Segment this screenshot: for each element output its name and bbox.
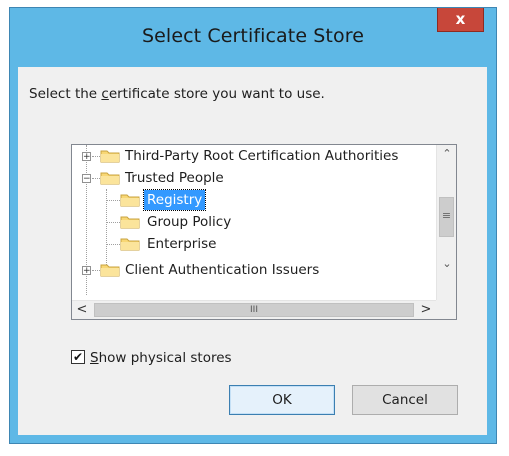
expand-icon[interactable]: + xyxy=(82,266,91,276)
cancel-button[interactable]: Cancel xyxy=(352,385,458,415)
tree-item-label: Trusted People xyxy=(125,170,224,186)
title-bar[interactable]: Select Certificate Store x xyxy=(10,8,496,67)
grip-icon: III xyxy=(250,305,258,315)
ok-button[interactable]: OK xyxy=(229,385,335,415)
tree-item-client-auth-issuers[interactable]: + Client Authentication Issuers xyxy=(72,259,436,277)
chevron-right-icon: > xyxy=(420,302,432,317)
instruction-text-start: Select the xyxy=(29,86,102,102)
folder-icon xyxy=(120,216,140,229)
tree-item-label: Client Authentication Issuers xyxy=(125,262,320,277)
mnemonic-s: S xyxy=(90,350,99,366)
tree-line xyxy=(92,178,100,179)
tree-item-group-policy[interactable]: Group Policy xyxy=(72,211,436,233)
horizontal-scrollbar[interactable]: < III > xyxy=(72,300,436,319)
tree-line xyxy=(92,270,100,271)
certificate-store-tree[interactable]: + Third-Party Root Certification Authori… xyxy=(71,144,457,320)
folder-icon xyxy=(120,238,140,251)
tree-item-label: Group Policy xyxy=(147,214,232,230)
instruction-text: Select the certificate store you want to… xyxy=(29,86,325,102)
checkbox-label-rest: how physical stores xyxy=(98,350,232,366)
vertical-scrollbar[interactable]: ⌃ ≡ ⌄ xyxy=(436,145,456,302)
tree-item-label: Enterprise xyxy=(147,236,217,252)
tree-line xyxy=(106,244,120,245)
tree-item-registry[interactable]: Registry xyxy=(72,189,436,211)
scroll-down-button[interactable]: ⌄ xyxy=(439,255,455,273)
tree-line xyxy=(106,222,120,223)
scroll-up-button[interactable]: ⌃ xyxy=(439,145,455,163)
tree-item-third-party-root[interactable]: + Third-Party Root Certification Authori… xyxy=(72,145,436,167)
scroll-left-button[interactable]: < xyxy=(72,301,92,319)
dialog-client-area: Select the certificate store you want to… xyxy=(18,67,487,435)
folder-icon xyxy=(100,172,120,185)
show-physical-stores-label: Show physical stores xyxy=(90,349,232,367)
vertical-scroll-thumb[interactable]: ≡ xyxy=(439,197,454,237)
dialog-window: Select Certificate Store x Select the ce… xyxy=(9,7,497,444)
instruction-text-end: ertificate store you want to use. xyxy=(108,86,325,102)
folder-icon xyxy=(100,150,120,163)
chevron-up-icon: ⌃ xyxy=(442,147,452,160)
tree-line xyxy=(92,156,100,157)
scrollbar-corner xyxy=(436,300,456,319)
tree-item-label: Registry xyxy=(142,189,207,211)
tree-item-enterprise[interactable]: Enterprise xyxy=(72,233,436,255)
expand-icon[interactable]: + xyxy=(82,152,91,162)
collapse-icon[interactable]: − xyxy=(82,174,91,184)
tree-item-trusted-people[interactable]: − Trusted People xyxy=(72,167,436,189)
show-physical-stores-checkbox[interactable]: ✔ xyxy=(71,350,85,364)
checkmark-icon: ✔ xyxy=(72,350,84,364)
dialog-title: Select Certificate Store xyxy=(141,25,364,47)
close-button[interactable]: x xyxy=(437,8,484,32)
close-icon: x xyxy=(455,10,466,28)
folder-icon xyxy=(100,264,120,277)
mnemonic-c: c xyxy=(101,86,109,102)
folder-icon xyxy=(120,194,140,207)
chevron-down-icon: ⌄ xyxy=(442,257,452,270)
chevron-left-icon: < xyxy=(76,302,88,317)
tree-item-label: Third-Party Root Certification Authoriti… xyxy=(125,148,399,164)
horizontal-scroll-thumb[interactable]: III xyxy=(94,303,414,317)
grip-icon: ≡ xyxy=(441,209,452,222)
scroll-right-button[interactable]: > xyxy=(416,301,436,319)
tree-line xyxy=(106,200,120,201)
